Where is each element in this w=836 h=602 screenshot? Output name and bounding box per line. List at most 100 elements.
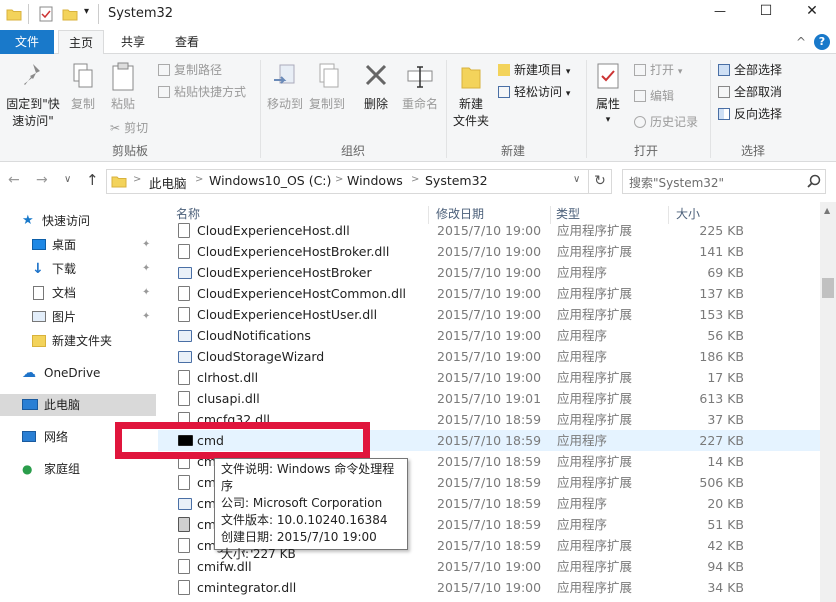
edit-button[interactable]: 编辑 xyxy=(634,86,674,106)
tab-share[interactable]: 共享 xyxy=(110,30,156,54)
collapse-ribbon-icon[interactable]: ^ xyxy=(792,30,810,54)
pin-quick-access-button[interactable]: 固定到"快速访问" xyxy=(4,62,62,130)
document-icon xyxy=(33,286,44,300)
file-size: 94 KB xyxy=(707,559,744,574)
application-icon xyxy=(178,330,192,342)
close-button[interactable]: ✕ xyxy=(792,3,832,23)
select-none-button[interactable]: 全部取消 xyxy=(718,82,782,102)
properties-button[interactable]: 属性 ▾ xyxy=(588,62,628,128)
table-row[interactable]: CloudNotifications 2015/7/10 19:00 应用程序 56 … xyxy=(158,325,820,346)
chevron-down-icon[interactable]: ∨ xyxy=(573,174,580,185)
folder-icon xyxy=(111,174,127,188)
file-type: 应用程序扩展 xyxy=(557,538,633,553)
help-icon[interactable]: ? xyxy=(814,34,830,50)
move-to-button[interactable]: 移动到 xyxy=(264,62,306,112)
table-row[interactable]: CloudExperienceHostCommon.dll 2015/7/10 1… xyxy=(158,283,820,304)
file-size: 506 KB xyxy=(699,475,744,490)
properties-quick-icon[interactable] xyxy=(38,6,54,22)
quick-access-dropdown-icon[interactable]: ▾ xyxy=(84,6,89,17)
table-row[interactable]: clusapi.dll 2015/7/10 19:01 应用程序扩展 613 KB xyxy=(158,388,820,409)
tooltip-description: 文件说明: Windows 命令处理程序 xyxy=(221,462,395,493)
easy-access-button[interactable]: 轻松访问 ▾ xyxy=(498,82,570,102)
application-icon xyxy=(178,498,192,510)
pin-icon[interactable]: ✦ xyxy=(142,258,150,280)
computer-icon xyxy=(22,399,38,410)
paste-shortcut-button[interactable]: 粘贴快捷方式 xyxy=(158,82,246,102)
vertical-scrollbar[interactable]: ▲ xyxy=(820,202,836,602)
file-date: 2015/7/10 18:59 xyxy=(437,412,542,427)
pin-icon[interactable]: ✦ xyxy=(142,234,150,256)
scroll-up-icon[interactable]: ▲ xyxy=(824,206,830,215)
table-row[interactable]: CloudExperienceHostBroker 2015/7/10 19:00… xyxy=(158,262,820,283)
forward-button[interactable]: → xyxy=(36,172,48,188)
cut-button[interactable]: ✂ 剪切 xyxy=(110,118,148,138)
breadcrumb-windows[interactable]: Windows xyxy=(347,173,403,188)
pin-icon[interactable]: ✦ xyxy=(142,282,150,304)
table-row[interactable]: CloudStorageWizard 2015/7/10 19:00 应用程序 186… xyxy=(158,346,820,367)
open-icon xyxy=(634,64,646,76)
file-type: 应用程序 xyxy=(557,433,608,448)
file-type: 应用程序扩展 xyxy=(557,580,633,595)
copy-button[interactable]: 复制 xyxy=(66,62,100,112)
nav-onedrive[interactable]: ☁ OneDrive xyxy=(0,362,156,384)
pin-icon[interactable]: ✦ xyxy=(142,306,150,328)
new-folder-button[interactable]: 新建 文件夹 xyxy=(450,62,492,130)
chevron-down-icon: ▾ xyxy=(565,89,571,99)
copy-path-button[interactable]: 复制路径 xyxy=(158,60,222,80)
address-input[interactable]: > 此电脑 > Windows10_OS (C:) > Windows > Sy… xyxy=(106,169,612,194)
rename-button[interactable]: 重命名 xyxy=(398,62,442,112)
scrollbar-thumb[interactable] xyxy=(822,278,834,298)
file-date: 2015/7/10 19:00 xyxy=(437,349,542,364)
nav-homegroup[interactable]: ● 家庭组 xyxy=(0,458,156,480)
delete-button[interactable]: 删除 xyxy=(356,62,396,112)
up-button[interactable]: ↑ xyxy=(86,171,99,189)
nav-item-documents[interactable]: 文档 ✦ xyxy=(0,282,156,304)
refresh-button[interactable]: ↻ xyxy=(588,169,612,194)
maximize-button[interactable]: ☐ xyxy=(746,3,786,23)
file-size: 613 KB xyxy=(699,391,744,406)
tab-file[interactable]: 文件 xyxy=(0,30,54,54)
new-folder-icon xyxy=(458,62,484,92)
tab-home[interactable]: 主页 xyxy=(58,30,104,55)
select-all-button[interactable]: 全部选择 xyxy=(718,60,782,80)
nav-item-new-folder[interactable]: 新建文件夹 xyxy=(0,330,156,352)
breadcrumb-this-pc[interactable]: 此电脑 xyxy=(149,173,187,192)
new-item-icon xyxy=(498,64,510,76)
file-date: 2015/7/10 19:00 xyxy=(437,307,542,322)
delete-x-icon xyxy=(363,62,389,92)
recent-locations-button[interactable]: ∨ xyxy=(64,174,71,185)
file-name: CloudStorageWizard xyxy=(197,349,325,364)
file-type: 应用程序扩展 xyxy=(557,244,633,259)
shield-app-icon xyxy=(178,517,190,532)
history-button[interactable]: 历史记录 xyxy=(634,112,698,132)
nav-item-downloads[interactable]: ↓ 下载 ✦ xyxy=(0,258,156,280)
breadcrumb-drive[interactable]: Windows10_OS (C:) xyxy=(209,173,331,188)
new-folder-quick-icon[interactable] xyxy=(62,7,78,21)
nav-this-pc[interactable]: 此电脑 xyxy=(0,394,156,416)
ribbon: 固定到"快速访问" 复制 粘贴 复制路径 粘贴快捷方式 ✂ 剪切 剪贴板 移动到 … xyxy=(0,54,836,162)
invert-selection-button[interactable]: 反向选择 xyxy=(718,104,782,124)
breadcrumb-system32[interactable]: System32 xyxy=(425,173,488,188)
table-row[interactable]: CloudExperienceHost.dll 2015/7/10 19:00 应用… xyxy=(158,220,820,241)
nav-item-desktop[interactable]: 桌面 ✦ xyxy=(0,234,156,256)
file-size: 225 KB xyxy=(699,223,744,238)
file-size: 20 KB xyxy=(707,496,744,511)
nav-item-pictures[interactable]: 图片 ✦ xyxy=(0,306,156,328)
search-input[interactable]: 搜索"System32" xyxy=(622,169,826,194)
file-date: 2015/7/10 19:00 xyxy=(437,244,542,259)
search-icon[interactable] xyxy=(807,174,821,188)
paste-button[interactable]: 粘贴 xyxy=(104,62,142,112)
tab-view[interactable]: 查看 xyxy=(162,30,212,54)
file-date: 2015/7/10 19:00 xyxy=(437,370,542,385)
back-button[interactable]: ← xyxy=(8,172,20,188)
table-row[interactable]: cmintegrator.dll 2015/7/10 19:00 应用程序扩展 34 … xyxy=(158,577,820,598)
table-row[interactable]: CloudExperienceHostUser.dll 2015/7/10 19:… xyxy=(158,304,820,325)
new-item-button[interactable]: 新建项目 ▾ xyxy=(498,60,570,80)
new-group-label: 新建 xyxy=(500,144,525,158)
minimize-button[interactable]: — xyxy=(700,4,740,24)
table-row[interactable]: CloudExperienceHostBroker.dll 2015/7/10 1… xyxy=(158,241,820,262)
copy-to-button[interactable]: 复制到 xyxy=(306,62,348,112)
table-row[interactable]: clrhost.dll 2015/7/10 19:00 应用程序扩展 17 KB xyxy=(158,367,820,388)
open-button[interactable]: 打开 ▾ xyxy=(634,60,682,80)
nav-quick-access[interactable]: ★ 快速访问 xyxy=(0,210,156,232)
